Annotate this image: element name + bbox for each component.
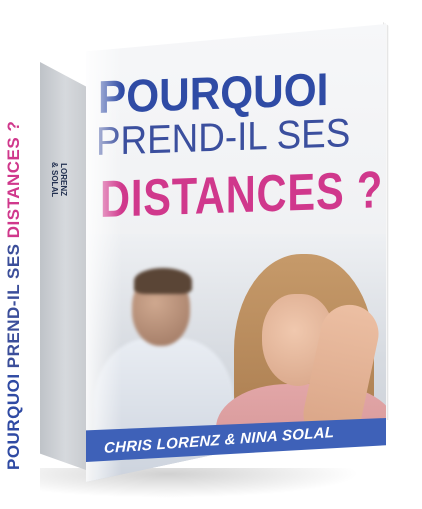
spine-author-2: & SOLAL <box>50 162 59 198</box>
front-cover: POURQUOI PREND-IL SES DISTANCES ? <box>86 24 386 482</box>
spine-title-word3: DISTANCES ? <box>4 120 23 239</box>
cover-shine <box>86 24 122 482</box>
spine-author-1: LORENZ <box>59 163 68 196</box>
spine-title-word2: PREND-IL SES <box>4 243 23 369</box>
book-spine <box>40 62 86 470</box>
spine-title-word1: POURQUOI <box>4 373 23 470</box>
book-mockup: POURQUOI PREND-IL SES DISTANCES ? LORENZ… <box>0 0 422 509</box>
cover-title-line3: DISTANCES ? <box>100 161 384 229</box>
cover-title-line2: PREND-IL SES <box>96 111 351 164</box>
spine-title: POURQUOI PREND-IL SES DISTANCES ? <box>4 121 24 470</box>
spine-authors: LORENZ & SOLAL <box>50 162 68 197</box>
man-figure-hair <box>134 268 192 294</box>
